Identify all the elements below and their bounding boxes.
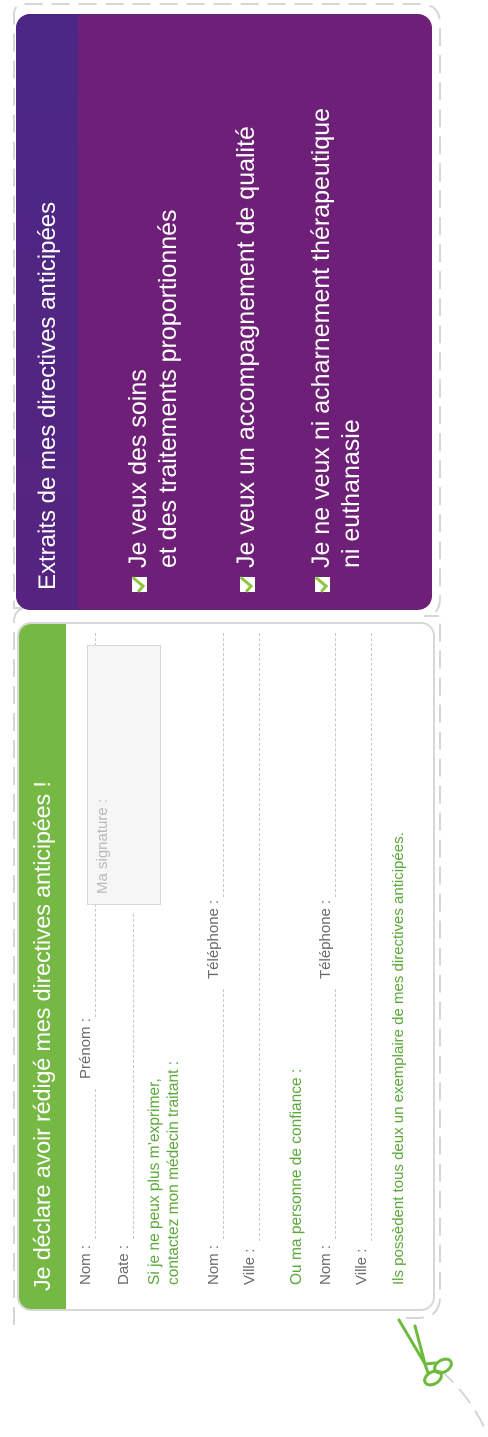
medecin-heading: Si je ne peux plus m’exprimer, contactez… (146, 1060, 182, 1285)
statement-acharnement: Je ne veux ni acharnement thérapeutique … (306, 108, 366, 592)
confiance-telephone-field[interactable] (335, 633, 336, 897)
nom-field[interactable] (95, 1089, 96, 1239)
medecin-telephone-label: Téléphone : (205, 899, 222, 979)
confiance-heading: Ou ma personne de confiance : (288, 1068, 305, 1285)
checkbox-checked-icon (240, 577, 255, 592)
confiance-ville-field[interactable] (371, 633, 372, 1241)
medecin-ville-label: Ville : (241, 1248, 258, 1285)
statement-accompagnement: Je veux un accompagnement de qualité (231, 126, 261, 592)
confiance-nom-label: Nom : (317, 1244, 334, 1285)
scissors-icon (397, 1318, 453, 1387)
declaration-title: Je déclare avoir rédigé mes directives a… (29, 781, 55, 1291)
declaration-card-content: Je déclare avoir rédigé mes directives a… (19, 624, 429, 1305)
checkbox-checked-icon (315, 577, 330, 592)
confiance-telephone-label: Téléphone : (317, 899, 334, 979)
footer-note: Ils possèdent tous deux un exemplaire de… (390, 832, 407, 1285)
purple-card-content: Extraits de mes directives anticipées Je… (16, 14, 432, 610)
medecin-ville-field[interactable] (259, 633, 260, 1241)
prenom-label: Prénom : (77, 1018, 94, 1079)
date-field[interactable] (133, 914, 134, 1239)
medecin-nom-label: Nom : (205, 1244, 222, 1285)
extract-title: Extraits de mes directives anticipées (34, 201, 61, 590)
statement-soins: Je veux des soins et des traitements pro… (123, 209, 183, 592)
medecin-telephone-field[interactable] (223, 633, 224, 897)
signature-box[interactable]: Ma signature : (87, 645, 161, 905)
checkbox-checked-icon (132, 577, 147, 592)
nom-label: Nom : (77, 1244, 94, 1285)
confiance-nom-field[interactable] (335, 989, 336, 1239)
signature-placeholder: Ma signature : (94, 798, 111, 894)
date-label: Date : (115, 1244, 132, 1285)
medecin-nom-field[interactable] (223, 989, 224, 1239)
confiance-ville-label: Ville : (353, 1248, 370, 1285)
